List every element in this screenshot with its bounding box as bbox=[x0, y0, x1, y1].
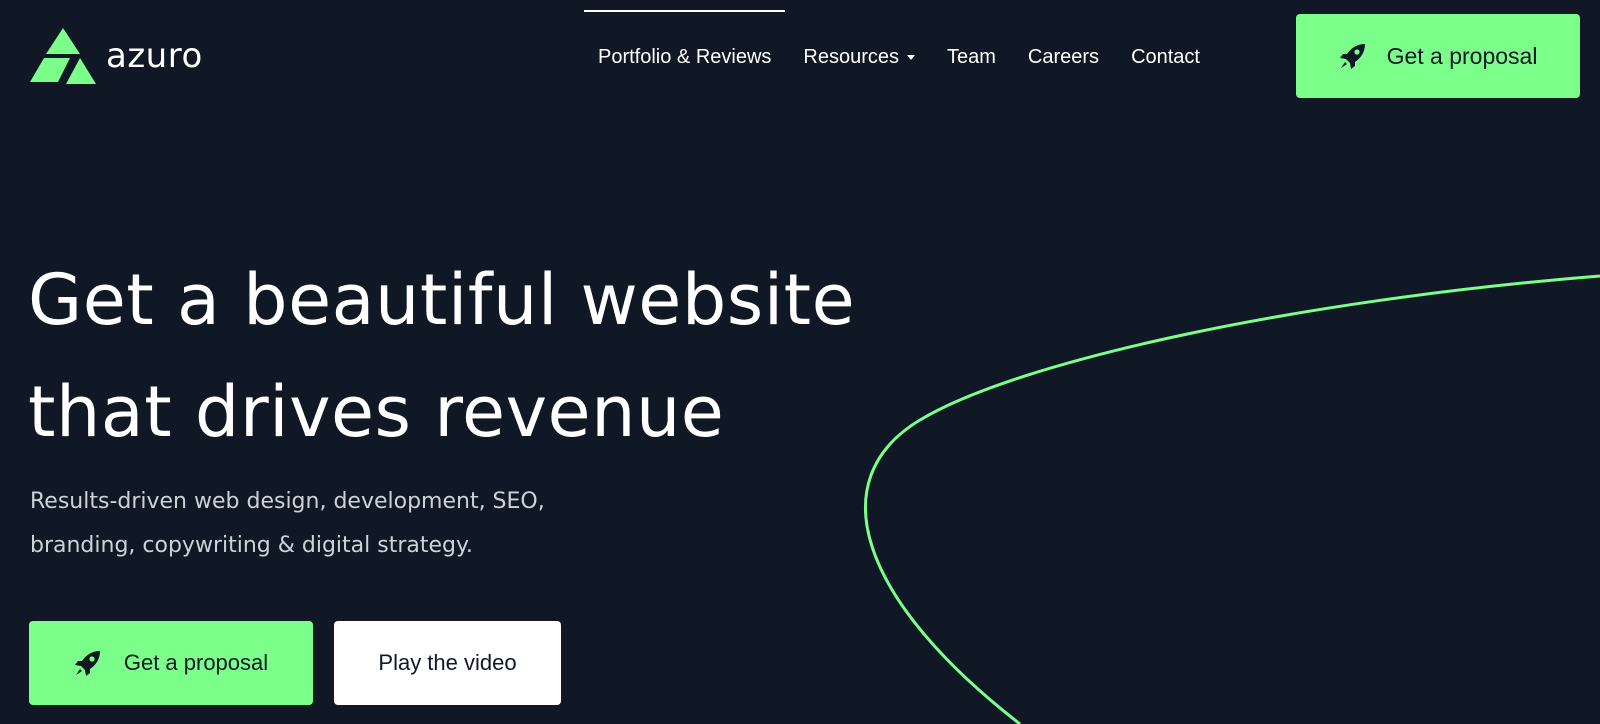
hero-subtitle-line-1: Results-driven web design, development, … bbox=[30, 489, 545, 514]
play-video-label: Play the video bbox=[378, 650, 517, 675]
nav-item-resources[interactable]: Resources bbox=[803, 45, 916, 69]
caret-down-icon bbox=[907, 54, 916, 60]
logo[interactable]: azuro bbox=[30, 28, 203, 84]
hero-title-line-1: Get a beautiful website bbox=[28, 259, 856, 341]
nav-item-label: Contact bbox=[1131, 45, 1200, 68]
header-get-proposal-button[interactable]: Get a proposal bbox=[1296, 14, 1580, 98]
hero-title-line-2: that drives revenue bbox=[28, 371, 725, 453]
logo-text: azuro bbox=[106, 36, 203, 76]
header-cta-label: Get a proposal bbox=[1386, 42, 1538, 69]
nav-item-careers[interactable]: Careers bbox=[1028, 46, 1099, 69]
rocket-icon bbox=[1339, 44, 1365, 69]
hero-get-proposal-button[interactable]: Get a proposal bbox=[29, 621, 313, 705]
hero-subtitle-line-2: branding, copywriting & digital strategy… bbox=[30, 533, 473, 558]
nav-item-label: Resources bbox=[803, 45, 900, 68]
main-nav: Portfolio & Reviews Resources Team Caree… bbox=[583, 0, 1232, 114]
hero-title: Get a beautiful website that drives reve… bbox=[28, 244, 1028, 468]
nav-item-label: Careers bbox=[1027, 45, 1100, 68]
azuro-logo-icon bbox=[30, 28, 96, 84]
hero-subtitle: Results-driven web design, development, … bbox=[30, 480, 650, 568]
hero-cta-label: Get a proposal bbox=[123, 650, 269, 675]
play-video-button[interactable]: Play the video bbox=[334, 621, 561, 705]
nav-item-contact[interactable]: Contact bbox=[1131, 46, 1200, 69]
page: azuro Portfolio & Reviews Resources Team… bbox=[0, 0, 1600, 724]
rocket-icon bbox=[74, 651, 100, 676]
nav-item-label: Portfolio & Reviews bbox=[598, 45, 772, 68]
nav-item-label: Team bbox=[947, 45, 996, 68]
nav-item-team[interactable]: Team bbox=[947, 46, 996, 69]
nav-item-portfolio-reviews[interactable]: Portfolio & Reviews bbox=[583, 9, 786, 69]
